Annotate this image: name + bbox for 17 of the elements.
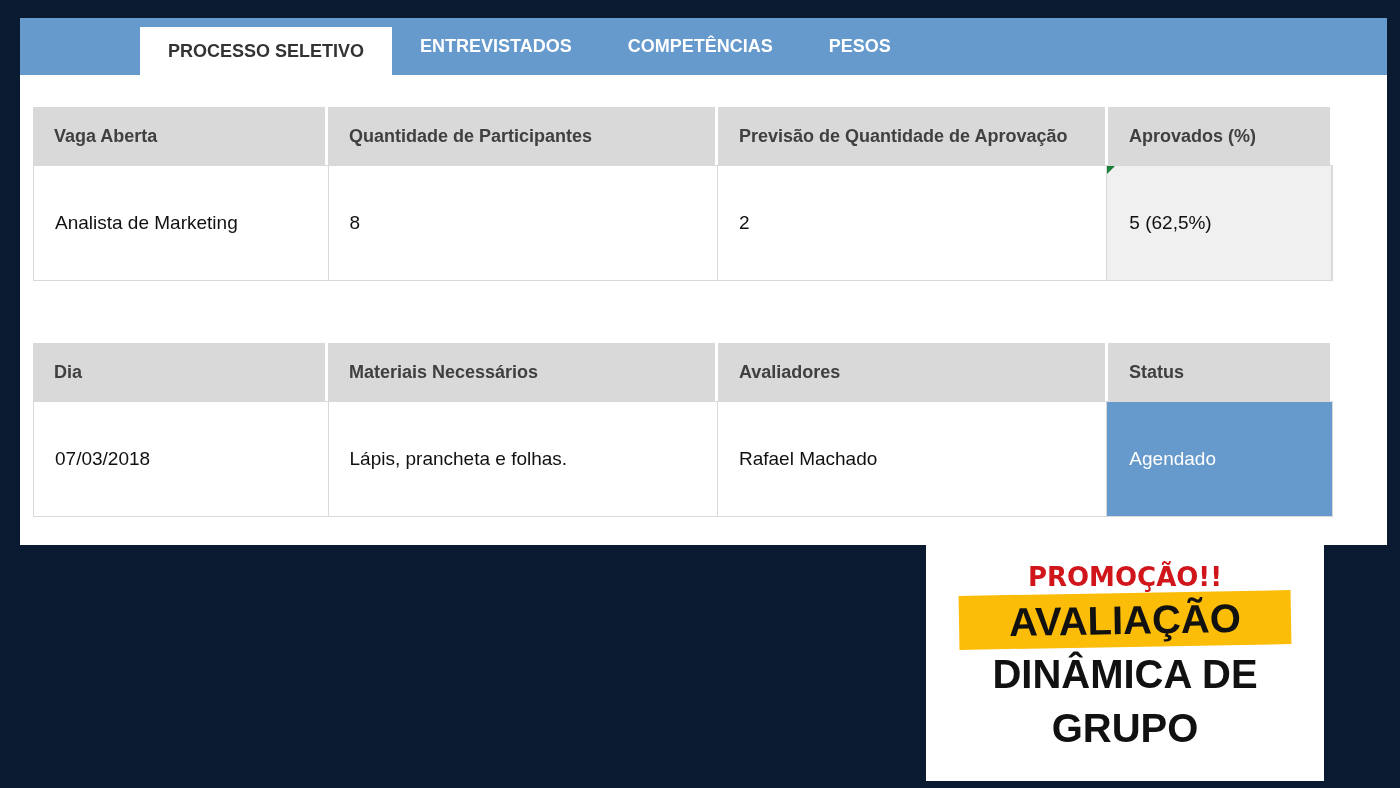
tab[interactable]: ENTREVISTADOS <box>392 27 600 75</box>
status-cell: Agendado <box>1107 402 1332 516</box>
column-header: Materiais Necessários <box>328 343 718 401</box>
column-header: Aprovados (%) <box>1108 107 1333 165</box>
column-header: Previsão de Quantidade de Aprovação <box>718 107 1108 165</box>
column-header: Dia <box>33 343 328 401</box>
table-cell: 5 (62,5%) <box>1107 166 1332 280</box>
tab[interactable]: COMPETÊNCIAS <box>599 27 801 75</box>
column-header: Vaga Aberta <box>33 107 328 165</box>
promo-title-line: GRUPO <box>1051 705 1199 752</box>
column-header: Avaliadores <box>718 343 1108 401</box>
column-header: Quantidade de Participantes <box>328 107 718 165</box>
promo-tag: PROMOÇÃO!! <box>1027 561 1223 593</box>
promo-title-line: DINÂMICA DE <box>992 650 1258 698</box>
tab[interactable]: PROCESSO SELETIVO <box>140 27 393 75</box>
column-header: Status <box>1108 343 1333 401</box>
tab[interactable]: PESOS <box>800 27 919 75</box>
